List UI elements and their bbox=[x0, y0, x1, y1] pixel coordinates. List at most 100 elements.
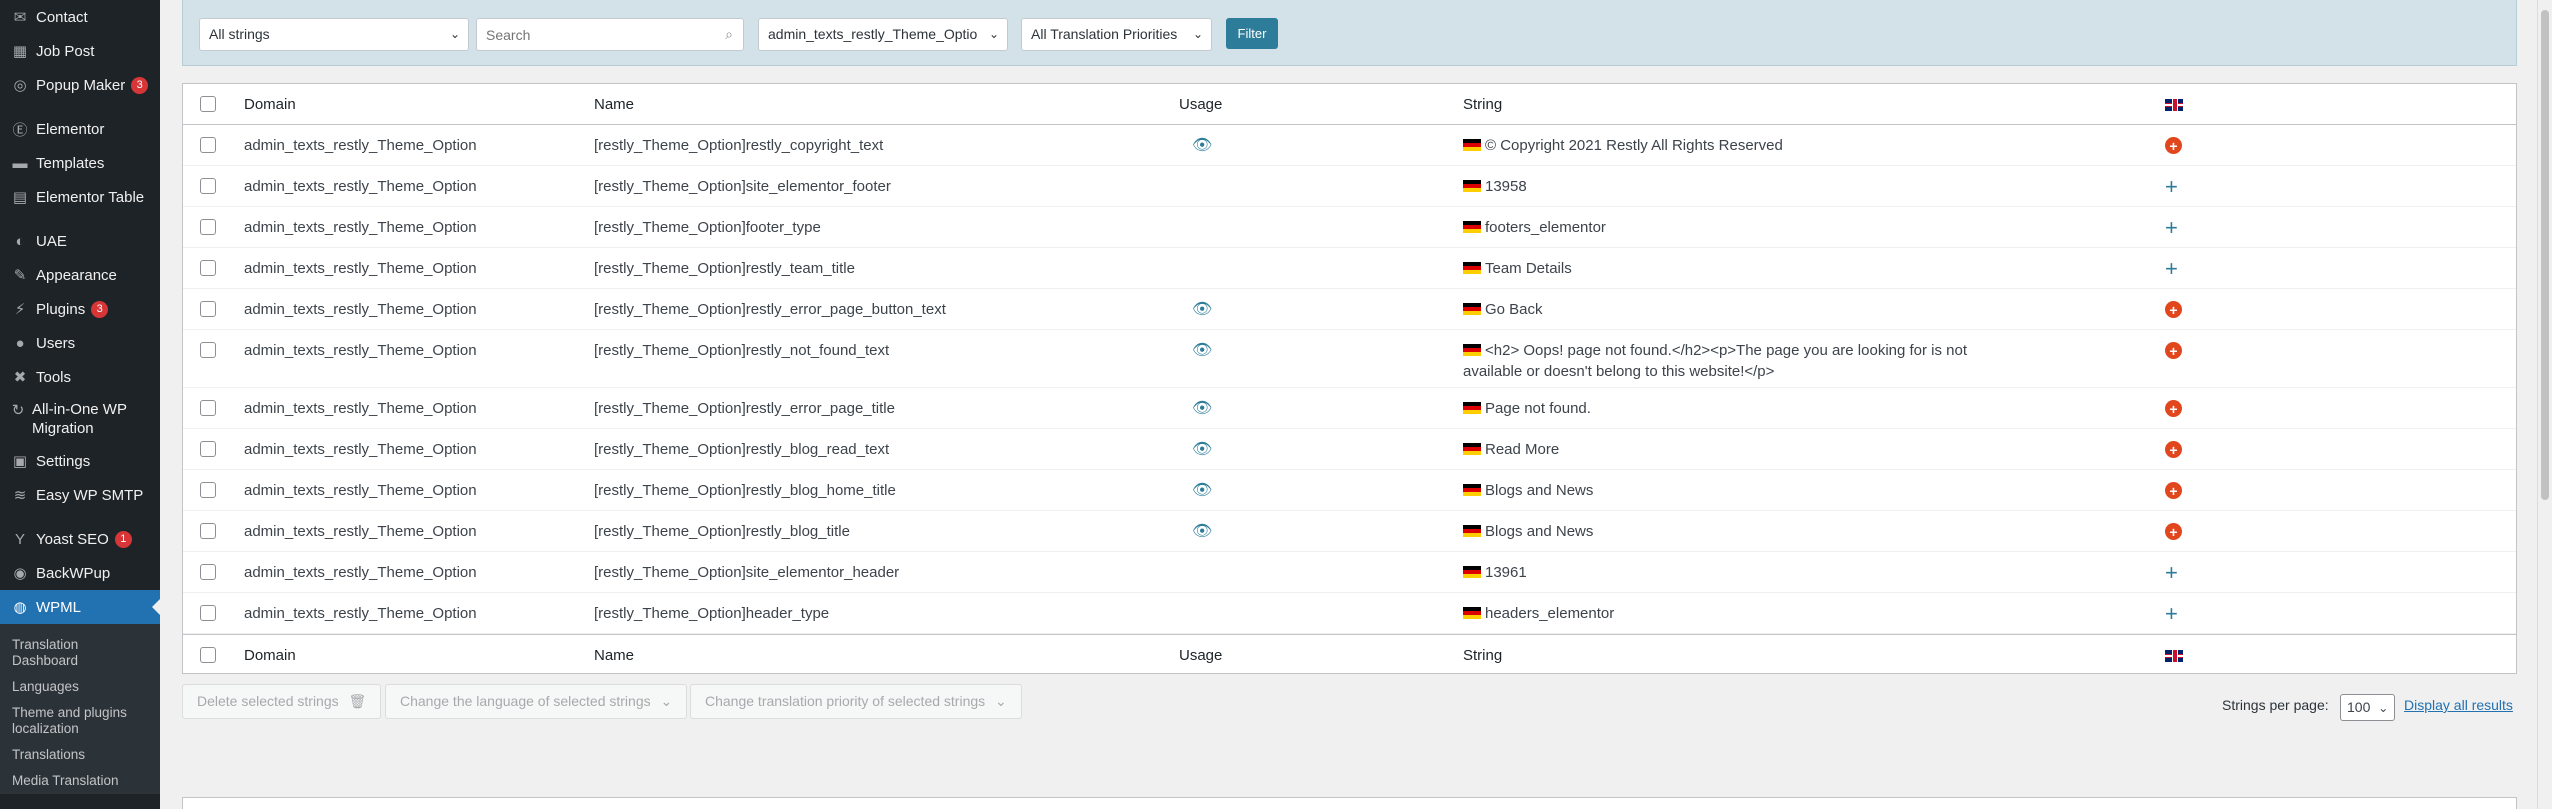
plus-icon[interactable]: + bbox=[2165, 552, 2178, 593]
row-string: Read More bbox=[1463, 429, 2023, 460]
row-checkbox[interactable] bbox=[200, 564, 216, 580]
sidebar-item-backwpup[interactable]: ◉ BackWPup bbox=[0, 556, 160, 590]
sidebar-item-wpml[interactable]: ◍ WPML bbox=[0, 590, 160, 624]
popup-icon: ◎ bbox=[13, 77, 27, 94]
brush-icon: ✎ bbox=[13, 267, 27, 284]
row-checkbox[interactable] bbox=[200, 301, 216, 317]
per-page-label: Strings per page: bbox=[2222, 697, 2329, 713]
row-checkbox[interactable] bbox=[200, 523, 216, 539]
plugin-icon: ⚡ bbox=[14, 301, 26, 318]
plus-icon[interactable]: + bbox=[2165, 248, 2178, 289]
add-translation-icon[interactable]: + bbox=[2165, 388, 2182, 429]
grid-icon: ▦ bbox=[12, 43, 28, 60]
delete-selected-button[interactable]: Delete selected strings 🗑 bbox=[182, 684, 382, 719]
sidebar-item-uae[interactable]: ◐ UAE bbox=[0, 224, 160, 258]
domain-select[interactable]: admin_texts_restly_Theme_Optio ⌄ bbox=[758, 18, 1008, 51]
sidebar-item-job-post[interactable]: ▦ Job Post bbox=[0, 34, 160, 68]
sidebar-item-label: Plugins bbox=[36, 300, 86, 318]
plus-icon[interactable]: + bbox=[2165, 593, 2178, 634]
eye-icon[interactable]: 👁 bbox=[1192, 470, 1212, 511]
column-footer-domain[interactable]: Domain bbox=[244, 635, 296, 676]
eye-icon[interactable]: 👁 bbox=[1192, 289, 1212, 330]
submenu-item[interactable]: Media Translation bbox=[0, 768, 160, 794]
column-header-string[interactable]: String bbox=[1463, 84, 2023, 115]
priority-select[interactable]: All Translation Priorities ⌄ bbox=[1021, 18, 1212, 51]
eye-icon[interactable]: 👁 bbox=[1192, 330, 1212, 371]
row-checkbox[interactable] bbox=[200, 137, 216, 153]
german-flag-icon bbox=[1463, 484, 1481, 496]
select-all-checkbox[interactable] bbox=[200, 96, 216, 112]
update-count-badge: 3 bbox=[91, 300, 109, 318]
row-checkbox[interactable] bbox=[200, 219, 216, 235]
row-checkbox[interactable] bbox=[200, 482, 216, 498]
column-footer-string[interactable]: String bbox=[1463, 635, 2023, 666]
add-translation-icon[interactable]: + bbox=[2165, 289, 2182, 330]
sidebar-item-yoast-seo[interactable]: Y Yoast SEO 1 bbox=[0, 522, 160, 556]
change-language-button[interactable]: Change the language of selected strings … bbox=[385, 684, 688, 719]
row-name: [restly_Theme_Option]restly_error_page_b… bbox=[594, 301, 946, 318]
change-priority-button[interactable]: Change translation priority of selected … bbox=[690, 684, 1022, 719]
row-checkbox[interactable] bbox=[200, 178, 216, 194]
sidebar-item-popup-maker[interactable]: ◎ Popup Maker 3 bbox=[0, 68, 160, 102]
search-input[interactable] bbox=[477, 19, 707, 50]
strings-select[interactable]: All strings ⌄ bbox=[199, 18, 469, 51]
bottom-panel bbox=[182, 797, 2517, 809]
submenu-item[interactable]: Translation Dashboard bbox=[0, 632, 160, 674]
per-page-select[interactable]: 100 ⌄ bbox=[2340, 694, 2395, 721]
filter-button[interactable]: Filter bbox=[1226, 18, 1278, 49]
row-checkbox[interactable] bbox=[200, 400, 216, 416]
submenu-item[interactable]: Translations bbox=[0, 742, 160, 768]
backwpup-icon: ◉ bbox=[13, 565, 27, 582]
german-flag-icon bbox=[1463, 402, 1481, 414]
row-domain: admin_texts_restly_Theme_Option bbox=[244, 178, 477, 195]
plus-icon[interactable]: + bbox=[2165, 207, 2178, 248]
sidebar-item-contact[interactable]: ✉ Contact bbox=[0, 0, 160, 34]
row-string-text: headers_elementor bbox=[1485, 605, 1615, 622]
sidebar-item-label: BackWPup bbox=[36, 564, 111, 582]
row-name: [restly_Theme_Option]restly_blog_read_te… bbox=[594, 441, 890, 458]
sidebar-item-all-in-one-wp-migration[interactable]: ↻ All-in-One WP Migration bbox=[0, 394, 160, 444]
sidebar-item-label: UAE bbox=[36, 232, 67, 250]
page-scrollbar[interactable] bbox=[2537, 0, 2552, 809]
row-checkbox[interactable] bbox=[200, 441, 216, 457]
admin-sidebar: ✉ Contact ▦ Job Post ◎ Popup Maker 3 Ⓔ Elementor… bbox=[0, 0, 160, 809]
row-checkbox[interactable] bbox=[200, 342, 216, 358]
sidebar-separator bbox=[0, 102, 160, 112]
submenu-item[interactable]: Theme and plugins localization bbox=[0, 700, 160, 742]
select-all-checkbox-footer[interactable] bbox=[200, 647, 216, 663]
sidebar-item-elementor-table[interactable]: ▤ Elementor Table bbox=[0, 180, 160, 214]
add-translation-icon[interactable]: + bbox=[2165, 330, 2182, 371]
search-icon[interactable]: ⌕ bbox=[725, 26, 733, 43]
submenu-item[interactable]: Languages bbox=[0, 674, 160, 700]
change-language-label: Change the language of selected strings bbox=[400, 693, 651, 709]
german-flag-icon bbox=[1463, 221, 1481, 233]
row-string-text: Go Back bbox=[1485, 301, 1543, 318]
sidebar-item-easy-wp-smtp[interactable]: ≋ Easy WP SMTP bbox=[0, 478, 160, 512]
column-header-name[interactable]: Name bbox=[594, 84, 634, 125]
display-all-link[interactable]: Display all results bbox=[2404, 697, 2513, 713]
add-translation-icon[interactable]: + bbox=[2165, 511, 2182, 552]
sidebar-item-tools[interactable]: ✖ Tools bbox=[0, 360, 160, 394]
row-checkbox[interactable] bbox=[200, 260, 216, 276]
add-translation-icon[interactable]: + bbox=[2165, 125, 2182, 166]
eye-icon[interactable]: 👁 bbox=[1192, 125, 1212, 166]
strings-select-value: All strings bbox=[209, 26, 270, 42]
sidebar-item-label: Elementor Table bbox=[36, 188, 145, 206]
scrollbar-thumb[interactable] bbox=[2541, 10, 2549, 500]
sidebar-item-templates[interactable]: ▬ Templates bbox=[0, 146, 160, 180]
sidebar-item-elementor[interactable]: Ⓔ Elementor bbox=[0, 112, 160, 146]
add-translation-icon[interactable]: + bbox=[2165, 429, 2182, 470]
eye-icon[interactable]: 👁 bbox=[1192, 388, 1212, 429]
eye-icon[interactable]: 👁 bbox=[1192, 429, 1212, 470]
column-header-domain[interactable]: Domain bbox=[244, 84, 296, 125]
eye-icon[interactable]: 👁 bbox=[1192, 511, 1212, 552]
sidebar-item-plugins[interactable]: ⚡ Plugins 3 bbox=[0, 292, 160, 326]
row-checkbox[interactable] bbox=[200, 605, 216, 621]
plus-icon[interactable]: + bbox=[2165, 166, 2178, 207]
sidebar-item-settings[interactable]: ▣ Settings bbox=[0, 444, 160, 478]
search-box: ⌕ bbox=[476, 18, 744, 51]
sidebar-item-users[interactable]: ● Users bbox=[0, 326, 160, 360]
add-translation-icon[interactable]: + bbox=[2165, 470, 2182, 511]
sidebar-item-appearance[interactable]: ✎ Appearance bbox=[0, 258, 160, 292]
column-footer-name[interactable]: Name bbox=[594, 635, 634, 676]
